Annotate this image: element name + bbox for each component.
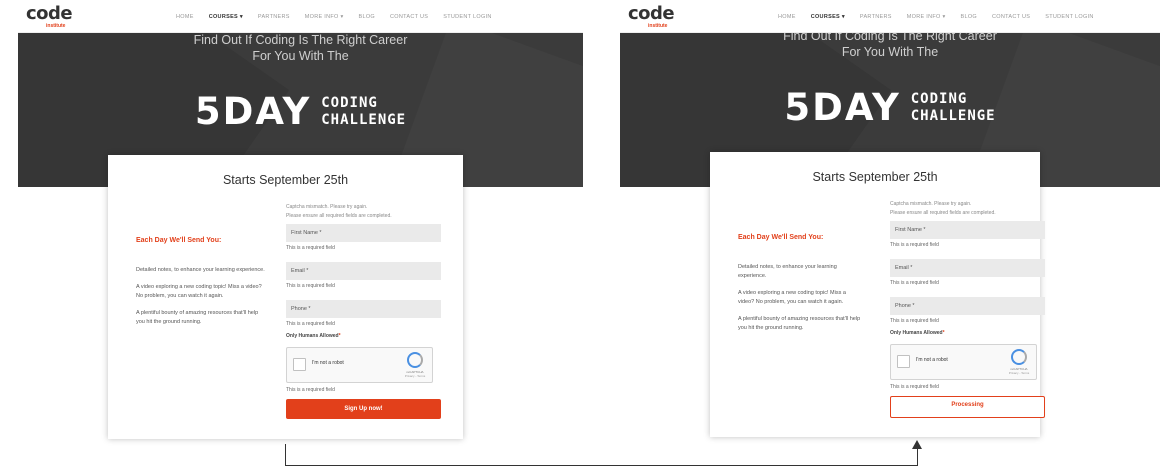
signup-form: Captcha mismatch. Please try again. Plea…: [890, 200, 1045, 418]
benefit-1: Detailed notes, to enhance your learning…: [136, 267, 265, 273]
first-name-field[interactable]: First Name *: [890, 221, 1045, 239]
recaptcha-checkbox[interactable]: [897, 355, 910, 368]
menu-item-courses[interactable]: COURSES ▾: [811, 14, 845, 20]
email-field[interactable]: Email *: [890, 259, 1045, 277]
recaptcha-terms[interactable]: Privacy - Terms: [404, 374, 426, 378]
menu-item-student-login[interactable]: STUDENT LOGIN: [443, 14, 491, 20]
sign-up-button[interactable]: Sign Up now!: [286, 399, 441, 419]
recaptcha-ring: [1011, 349, 1027, 365]
hero-title-line2: CHALLENGE: [321, 111, 407, 128]
hero-subtitle-text: Find Out If Coding Is The Right Career F…: [783, 32, 997, 59]
hero-subtitle-text: Find Out If Coding Is The Right Career F…: [193, 33, 408, 63]
logo-sub: institute: [46, 23, 66, 29]
humans-label-text: Only Humans Allowed: [890, 330, 943, 336]
humans-label-text: Only Humans Allowed: [286, 333, 339, 339]
email-field[interactable]: Email *: [286, 262, 441, 280]
main-menu: HOME COURSES ▾ PARTNERS MORE INFO ▾ BLOG…: [176, 14, 507, 20]
error-captcha: Captcha mismatch. Please try again.: [286, 204, 368, 210]
menu-item-contact[interactable]: CONTACT US: [390, 14, 428, 20]
menu-item-student-login[interactable]: STUDENT LOGIN: [1045, 14, 1093, 20]
menu-item-partners[interactable]: PARTNERS: [258, 14, 290, 20]
hero-title-big: 5DAY: [194, 90, 312, 133]
signup-form: Captcha mismatch. Please try again. Plea…: [286, 203, 441, 419]
signup-card: Starts September 25th Each Day We'll Sen…: [710, 152, 1045, 437]
recaptcha-widget: I'm not a robot reCAPTCHA Privacy - Term…: [286, 347, 433, 383]
email-required: This is a required field: [890, 280, 939, 286]
arrow-up-icon: [912, 440, 922, 449]
screenshot-after: code institute HOME COURSES ▾ PARTNERS M…: [620, 0, 1160, 440]
menu-item-more-info[interactable]: MORE INFO ▾: [907, 14, 946, 20]
first-name-field[interactable]: First Name *: [286, 224, 441, 242]
error-required: Please ensure all required fields are co…: [890, 210, 996, 216]
menu-item-contact[interactable]: CONTACT US: [992, 14, 1030, 20]
menu-item-blog[interactable]: BLOG: [359, 14, 375, 20]
humans-star: *: [942, 330, 945, 336]
top-nav: code institute HOME COURSES ▾ PARTNERS M…: [620, 0, 1160, 33]
screenshot-before: code institute HOME COURSES ▾ PARTNERS M…: [18, 0, 583, 440]
recaptcha-widget: I'm not a robot reCAPTCHA Privacy - Term…: [890, 344, 1037, 380]
menu-item-blog[interactable]: BLOG: [961, 14, 977, 20]
hero-title-small: CODING CHALLENGE: [321, 95, 406, 129]
phone-field[interactable]: Phone *: [890, 297, 1045, 315]
hero-title-small: CODING CHALLENGE: [911, 91, 996, 125]
benefit-3: A plentiful bounty of amazing resources …: [738, 316, 861, 331]
top-nav: code institute HOME COURSES ▾ PARTNERS M…: [18, 0, 583, 33]
card-title: Starts September 25th: [222, 173, 349, 187]
recaptcha-icon: reCAPTCHA Privacy - Terms: [1008, 349, 1030, 375]
captcha-required: This is a required field: [286, 387, 335, 393]
benefit-3: A plentiful bounty of amazing resources …: [136, 310, 259, 325]
humans-label: Only Humans Allowed*: [890, 330, 1045, 336]
humans-star: *: [338, 333, 341, 339]
benefits-column: Each Day We'll Send You: Detailed notes,…: [136, 237, 266, 335]
benefit-2: A video exploring a new coding topic! Mi…: [136, 284, 262, 299]
benefit-2: A video exploring a new coding topic! Mi…: [738, 290, 846, 305]
recaptcha-checkbox[interactable]: [293, 358, 306, 371]
logo[interactable]: code: [26, 3, 73, 24]
hero-title-line2: CHALLENGE: [910, 107, 996, 124]
hero-title-line1: CODING: [321, 94, 378, 111]
hero-title-big: 5DAY: [784, 86, 901, 129]
benefits-heading: Each Day We'll Send You:: [738, 234, 824, 241]
transition-connector: [285, 444, 918, 466]
main-menu: HOME COURSES ▾ PARTNERS MORE INFO ▾ BLOG…: [778, 14, 1109, 20]
recaptcha-icon: reCAPTCHA Privacy - Terms: [404, 352, 426, 378]
logo-sub: institute: [648, 23, 668, 29]
hero-subtitle: Find Out If Coding Is The Right Career F…: [18, 32, 583, 64]
recaptcha-terms[interactable]: Privacy - Terms: [1008, 371, 1030, 375]
error-required: Please ensure all required fields are co…: [286, 213, 392, 219]
hero-title: 5DAY CODING CHALLENGE: [620, 86, 1160, 129]
menu-item-more-info[interactable]: MORE INFO ▾: [305, 14, 344, 20]
error-captcha: Captcha mismatch. Please try again.: [890, 201, 972, 207]
menu-item-partners[interactable]: PARTNERS: [860, 14, 892, 20]
benefit-1: Detailed notes, to enhance your learning…: [738, 264, 837, 279]
menu-item-home[interactable]: HOME: [778, 14, 796, 20]
menu-item-home[interactable]: HOME: [176, 14, 194, 20]
email-required: This is a required field: [286, 283, 335, 289]
hero-subtitle: Find Out If Coding Is The Right Career F…: [620, 32, 1160, 60]
first-name-required: This is a required field: [286, 245, 335, 251]
recaptcha-label: I'm not a robot: [312, 360, 344, 366]
signup-card: Starts September 25th Each Day We'll Sen…: [108, 155, 463, 439]
humans-label: Only Humans Allowed*: [286, 333, 441, 339]
phone-field[interactable]: Phone *: [286, 300, 441, 318]
captcha-required: This is a required field: [890, 384, 939, 390]
recaptcha-ring: [407, 352, 423, 368]
menu-item-courses[interactable]: COURSES ▾: [209, 14, 243, 20]
hero-title-line1: CODING: [910, 90, 968, 107]
processing-button[interactable]: Processing: [890, 396, 1045, 418]
recaptcha-label: I'm not a robot: [916, 357, 948, 363]
benefits-heading: Each Day We'll Send You:: [136, 237, 222, 244]
benefits-column: Each Day We'll Send You: Detailed notes,…: [738, 234, 863, 341]
logo[interactable]: code: [628, 3, 675, 24]
phone-required: This is a required field: [890, 318, 939, 324]
hero-title: 5DAY CODING CHALLENGE: [18, 90, 583, 133]
phone-required: This is a required field: [286, 321, 335, 327]
first-name-required: This is a required field: [890, 242, 939, 248]
card-title: Starts September 25th: [812, 170, 938, 184]
